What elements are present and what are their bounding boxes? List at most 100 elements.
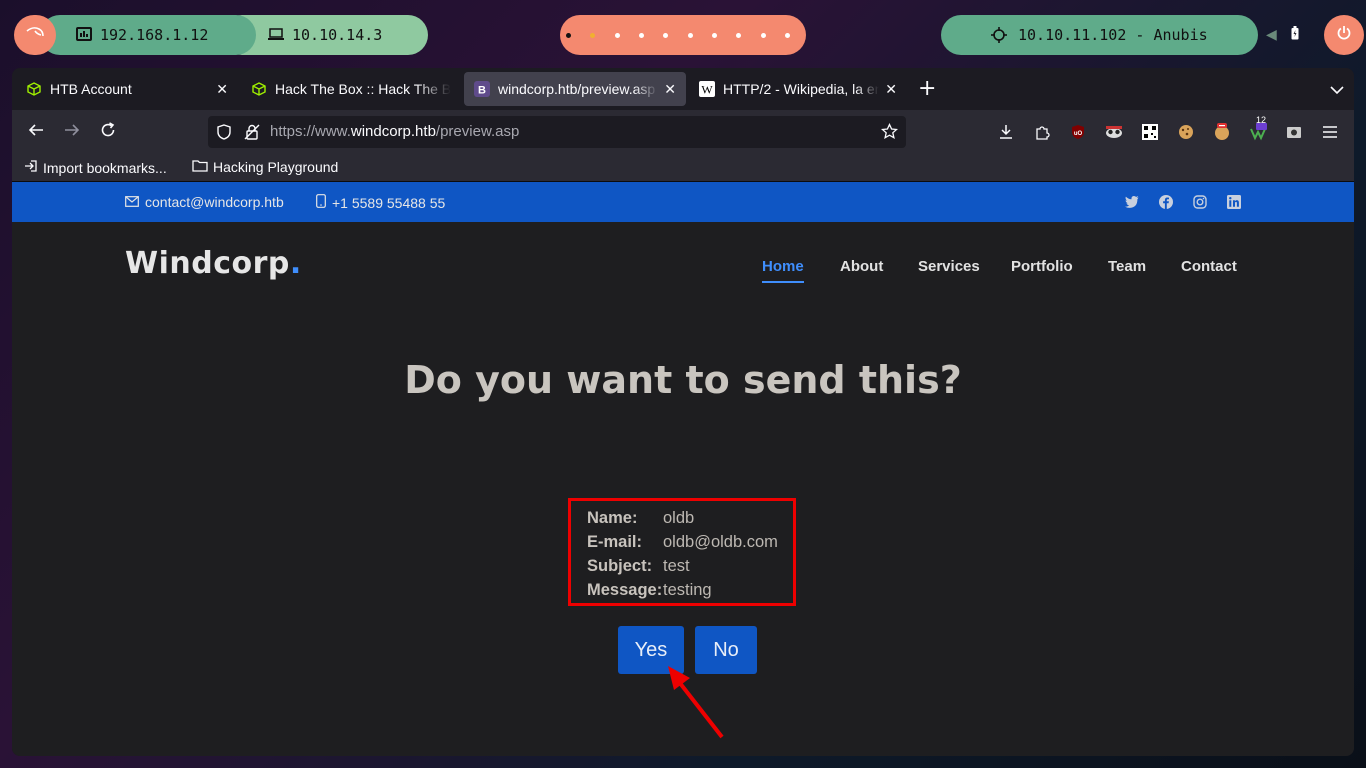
bookmark-star-icon[interactable] bbox=[880, 122, 899, 144]
workspace-dot[interactable] bbox=[638, 32, 644, 38]
qr-code-icon[interactable] bbox=[1140, 122, 1160, 142]
url-host: windcorp.htb bbox=[350, 123, 436, 140]
battery-icon[interactable] bbox=[1291, 26, 1299, 44]
contact-phone[interactable]: +1 5589 55488 55 bbox=[316, 194, 445, 211]
close-tab-icon[interactable]: ✕ bbox=[885, 81, 897, 98]
detail-value: test bbox=[663, 556, 690, 575]
site-logo[interactable]: Windcorp. bbox=[125, 246, 302, 281]
nav-portfolio[interactable]: Portfolio bbox=[1011, 258, 1073, 275]
detail-row-subject: Subject: test bbox=[587, 554, 793, 578]
detail-value: oldb@oldb.com bbox=[663, 532, 778, 551]
kali-dragon-icon bbox=[25, 25, 45, 45]
extensions-puzzle-icon[interactable] bbox=[1032, 122, 1052, 142]
twitter-icon[interactable] bbox=[1124, 194, 1140, 210]
facebook-icon[interactable] bbox=[1158, 194, 1174, 210]
nav-contact[interactable]: Contact bbox=[1181, 258, 1237, 275]
bookmark-folder-hacking-playground[interactable]: Hacking Playground bbox=[192, 159, 338, 175]
url-bar[interactable]: https://www.windcorp.htb/preview.asp bbox=[208, 116, 906, 148]
phone-icon bbox=[316, 194, 326, 211]
import-icon bbox=[24, 159, 38, 176]
navigation-toolbar: https://www.windcorp.htb/preview.asp uO bbox=[12, 110, 1354, 154]
list-all-tabs-chevron-down-icon[interactable] bbox=[1330, 80, 1344, 99]
workspace-dot[interactable] bbox=[663, 32, 669, 38]
hamburger-menu-icon[interactable] bbox=[1320, 122, 1340, 142]
nav-services[interactable]: Services bbox=[918, 258, 980, 275]
url-text[interactable]: https://www.windcorp.htb/preview.asp bbox=[270, 123, 519, 140]
workspace-dot[interactable] bbox=[760, 32, 766, 38]
logo-text: Windcorp bbox=[125, 246, 290, 281]
foxyproxy-icon[interactable] bbox=[1284, 122, 1304, 142]
downloads-icon[interactable] bbox=[996, 122, 1016, 142]
logo-dot: . bbox=[289, 246, 302, 281]
svg-text:B: B bbox=[478, 85, 486, 97]
workspace-dot[interactable] bbox=[590, 32, 596, 38]
tab-wikipedia-http2[interactable]: W HTTP/2 - Wikipedia, la enciclopedia li… bbox=[689, 72, 907, 106]
tab-windcorp-preview[interactable]: B windcorp.htb/preview.asp ✕ bbox=[464, 72, 686, 106]
import-bookmarks-item[interactable]: Import bookmarks... bbox=[24, 159, 167, 176]
extension-badge-count: 12 bbox=[1256, 115, 1267, 125]
tab-htb-account[interactable]: HTB Account ✕ bbox=[16, 72, 238, 106]
forward-arrow-icon[interactable] bbox=[64, 122, 80, 142]
system-tray: ◀ bbox=[1258, 15, 1299, 55]
target-widget[interactable]: 10.10.11.102 - Anubis bbox=[941, 15, 1258, 55]
kali-menu-button[interactable] bbox=[14, 15, 56, 55]
confirm-heading: Do you want to send this? bbox=[404, 358, 962, 402]
vpn-ip-text: 10.10.14.3 bbox=[292, 26, 383, 44]
workspace-dot[interactable] bbox=[736, 32, 742, 38]
power-icon bbox=[1336, 25, 1352, 45]
reload-icon[interactable] bbox=[100, 122, 116, 142]
contact-phone-text: +1 5589 55488 55 bbox=[332, 194, 446, 211]
site-topbar: contact@windcorp.htb +1 5589 55488 55 bbox=[12, 182, 1354, 222]
detail-label: Subject: bbox=[587, 556, 653, 575]
ublock-origin-icon[interactable]: uO bbox=[1068, 122, 1088, 142]
workspace-switcher[interactable] bbox=[560, 15, 806, 55]
crosshair-icon bbox=[991, 27, 1007, 47]
nav-team[interactable]: Team bbox=[1108, 258, 1146, 275]
cookie-editor-icon[interactable] bbox=[1212, 122, 1232, 142]
local-ip-widget[interactable]: 192.168.1.12 bbox=[40, 15, 256, 55]
detail-value: testing bbox=[663, 580, 712, 599]
detail-label: Name: bbox=[587, 508, 638, 527]
bootstrap-icon: B bbox=[474, 81, 490, 97]
bookmarks-toolbar: Import bookmarks... Hacking Playground bbox=[12, 154, 1354, 182]
target-text: 10.10.11.102 - Anubis bbox=[1018, 26, 1208, 44]
power-button[interactable] bbox=[1324, 15, 1364, 55]
tab-hack-the-box[interactable]: Hack The Box :: Hack The Box bbox=[241, 72, 461, 106]
close-tab-icon[interactable]: ✕ bbox=[216, 81, 228, 98]
message-details-box: Name: oldb E-mail: oldb@oldb.com Subject… bbox=[568, 498, 796, 606]
htb-cube-icon bbox=[26, 81, 42, 97]
workspace-dot[interactable] bbox=[784, 32, 790, 38]
insecure-lock-icon[interactable] bbox=[244, 124, 260, 144]
workspace-dot[interactable] bbox=[566, 32, 571, 38]
instagram-icon[interactable] bbox=[1192, 194, 1208, 210]
url-path: /preview.asp bbox=[435, 123, 520, 140]
svg-text:W: W bbox=[701, 83, 713, 97]
wappalyzer-icon[interactable]: 12 bbox=[1248, 115, 1268, 142]
back-arrow-icon[interactable] bbox=[28, 122, 44, 142]
contact-email[interactable]: contact@windcorp.htb bbox=[125, 194, 284, 210]
tab-label: HTTP/2 - Wikipedia, la enciclopedia libr… bbox=[723, 81, 880, 97]
laptop-icon bbox=[268, 27, 284, 45]
detail-row-message: Message: testing bbox=[587, 578, 793, 602]
workspace-dot[interactable] bbox=[614, 32, 620, 38]
nav-about[interactable]: About bbox=[840, 258, 883, 275]
shield-icon[interactable] bbox=[216, 124, 232, 144]
htb-cube-icon bbox=[251, 81, 267, 97]
new-tab-icon[interactable]: + bbox=[918, 76, 936, 102]
volume-icon[interactable]: ◀ bbox=[1266, 27, 1277, 43]
detail-value: oldb bbox=[663, 508, 695, 527]
workspace-dot[interactable] bbox=[711, 32, 717, 38]
cookie-icon[interactable] bbox=[1176, 122, 1196, 142]
local-ip-text: 192.168.1.12 bbox=[100, 26, 209, 44]
linkedin-icon[interactable] bbox=[1226, 194, 1242, 210]
workspace-dot[interactable] bbox=[687, 32, 693, 38]
close-tab-icon[interactable]: ✕ bbox=[664, 81, 676, 98]
tab-label: HTB Account bbox=[50, 81, 132, 97]
tab-label: Hack The Box :: Hack The Box bbox=[275, 81, 451, 97]
wikipedia-icon: W bbox=[699, 81, 715, 97]
privacy-badger-icon[interactable] bbox=[1104, 122, 1124, 142]
tab-bar: HTB Account ✕ Hack The Box :: Hack The B… bbox=[12, 68, 1354, 110]
url-prefix: https://www. bbox=[270, 123, 351, 140]
nav-home[interactable]: Home bbox=[762, 258, 804, 283]
detail-row-email: E-mail: oldb@oldb.com bbox=[587, 530, 793, 554]
